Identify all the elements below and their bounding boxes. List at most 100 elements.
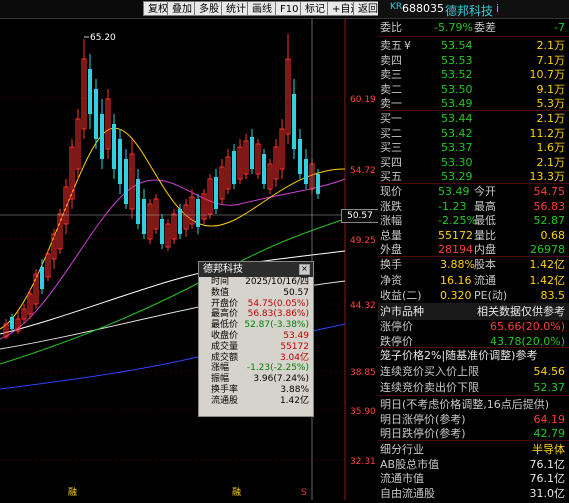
stat-label: PE(动) (474, 289, 508, 302)
auction-title-row: 笼子价格2%|随基准价调整)参考 (378, 347, 569, 364)
tooltip-row-value: 1.42亿 (279, 395, 309, 406)
stock-header: KR 688035 德邦科技 i (378, 0, 569, 19)
y-axis-tick-label: 35.90 (350, 407, 376, 417)
tooltip-close-icon[interactable]: × (299, 264, 310, 275)
industry-label: 自由流通股 (380, 486, 435, 500)
tooltip-row-value: 55172 (280, 341, 309, 352)
wei-cha-label: 委差 (474, 21, 496, 34)
tooltip-row: 成交额 3.04亿 (199, 353, 313, 364)
stat-label: 净资 (380, 273, 402, 287)
stat-value: 1.42亿 (529, 258, 566, 271)
kline-chart[interactable]: 60.19 54.72 49.25 44.32 38.85 35.90 32.31 65.20… (0, 19, 377, 500)
stat-label: 换手 (380, 258, 402, 271)
candle-body (196, 199, 200, 227)
candle-body (118, 139, 122, 184)
candle-body (10, 317, 14, 329)
y-axis-tick-label: 44.32 (350, 301, 376, 311)
cursor-price-marker: 50.57 (341, 209, 379, 223)
tooltip-row-value: 54.75(0.05%) (247, 298, 309, 309)
industry-row: 自由流通股 31.0亿 (378, 485, 569, 502)
candle-body (250, 137, 254, 169)
tooltip-row-label: 换手率 (211, 384, 239, 395)
tooltip-row: 流通股 1.42亿 (199, 396, 313, 407)
wei-bi-label: 委比 (380, 21, 402, 34)
candle-body (262, 154, 266, 184)
tooltip-row: 最高价 56.83(3.86%) (199, 309, 313, 320)
tooltip-row: 数值 50.57 (199, 288, 313, 299)
tooltip-row-value: 2025/10/16/四 (245, 277, 309, 287)
tooltip-title-bar: 德邦科技 × (199, 262, 313, 277)
toolbar-button-2[interactable]: 多股 (194, 1, 224, 16)
tooltip-row-label: 开盘价 (211, 298, 239, 309)
stat-row: 收益(二) 0.320 PE(动) 83.5 (378, 287, 569, 304)
tooltip-row-value: 53.49 (283, 330, 309, 341)
stat-value: 16.16 (440, 273, 472, 287)
tooltip-row-value: -1.23(-2.25%) (246, 363, 309, 374)
tooltip-row-label: 数值 (211, 287, 230, 298)
candle-body (142, 199, 146, 234)
tooltip-row: 换手率 3.88% (199, 385, 313, 396)
tooltip-row-value: 3.96(7.24%) (253, 374, 309, 385)
toolbar-button-1[interactable]: 叠加 (167, 1, 197, 16)
stat-value: 1.42亿 (529, 273, 566, 287)
candle-body (232, 151, 236, 184)
tooltip-row-label: 涨幅 (211, 363, 230, 374)
stat-value: 83.5 (540, 289, 566, 302)
stock-code: 688035 (402, 2, 444, 15)
wei-cha-value: -7 (554, 21, 565, 34)
toolbar-button-4[interactable]: 画线 (247, 1, 277, 16)
y-axis-tick-label: 54.72 (350, 166, 376, 176)
tooltip-row-label: 成交额 (211, 352, 239, 363)
tooltip-row-value: 3.88% (280, 384, 309, 395)
candle-body (298, 139, 302, 174)
tooltip-row: 涨幅 -1.23(-2.25%) (199, 363, 313, 374)
stat-row: 净资 16.16 流通 1.42亿 (378, 272, 569, 289)
auction-value: 54.56 (533, 365, 566, 378)
candle-body (178, 209, 182, 234)
candle-body (40, 267, 44, 289)
auction-title: 笼子价格2%|随基准价调整)参考 (380, 349, 538, 362)
tooltip-title: 德邦科技 (203, 264, 243, 275)
stat-value: 0.320 (440, 289, 472, 302)
bottom-event-marker[interactable]: 融 (68, 487, 77, 498)
stat-label: 股本 (474, 258, 496, 271)
y-axis-tick-label: 32.31 (350, 457, 376, 467)
tooltip-row-label: 收盘价 (211, 330, 239, 341)
kline-chart-canvas[interactable]: 60.19 54.72 49.25 44.32 38.85 35.90 32.31 65.20… (0, 19, 377, 500)
tooltip-row-value: 50.57 (283, 287, 309, 298)
tooltip-row-label: 振幅 (211, 374, 230, 385)
candle-body (214, 177, 218, 209)
stock-name: 德邦科技 (445, 4, 494, 18)
tooltip-row-label: 成交量 (211, 341, 239, 352)
y-axis-tick-label: 60.19 (350, 95, 376, 105)
stat-value: 3.88% (440, 258, 475, 271)
tooltip-row: 时间 2025/10/16/四 (199, 277, 313, 288)
candle-body (94, 89, 98, 139)
tooltip-row: 振幅 3.96(7.24%) (199, 374, 313, 385)
market-tag: KR (390, 2, 403, 12)
candle-body (112, 124, 116, 169)
tooltip-row-label: 时间 (211, 277, 230, 287)
stock-flag: i (496, 2, 500, 15)
wei-bi-value: -5.79% (434, 21, 473, 34)
auction-label: 连续竞价买入价上限 (380, 365, 479, 378)
candle-body (124, 159, 128, 204)
candle-body (316, 174, 320, 194)
candle-body (160, 219, 164, 244)
wei-row: 委比 -5.79% 委差 -7 (378, 19, 569, 36)
stat-label: 流通 (474, 273, 496, 287)
bottom-event-marker[interactable]: 融 (232, 487, 241, 498)
auction-row: 连续竞价卖出价下限 52.37 (378, 379, 569, 396)
candle-body (304, 159, 308, 184)
stat-row: 换手 3.88% 股本 1.42亿 (378, 256, 569, 273)
kline-info-tooltip: 德邦科技 × 时间 2025/10/16/四数值 50.57 开盘价 54.75(0.0… (198, 261, 314, 417)
auction-row: 连续竞价买入价上限 54.56 (378, 363, 569, 380)
toolbar-button-6[interactable]: 标记 (300, 1, 330, 16)
auction-label: 连续竞价卖出价下限 (380, 380, 479, 394)
candle-body (88, 69, 92, 114)
tooltip-row-label: 最高价 (211, 309, 239, 320)
bottom-event-marker[interactable]: S (301, 488, 307, 498)
y-axis-tick-label: 49.25 (350, 236, 376, 246)
tooltip-row-value: 52.87(-3.38%) (244, 320, 309, 331)
y-axis-tick-label: 38.85 (350, 368, 376, 378)
